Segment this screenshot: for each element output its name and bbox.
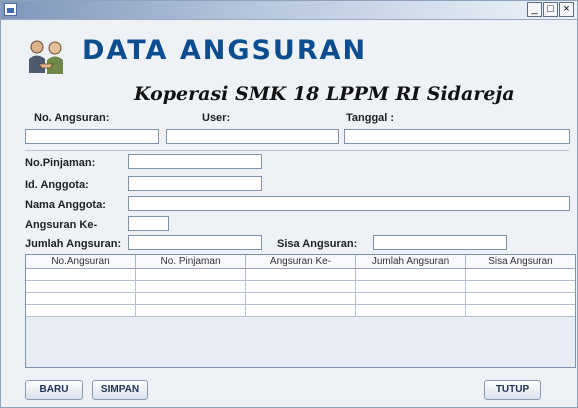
table-cell[interactable] [136, 269, 246, 280]
table-cell[interactable] [356, 281, 466, 292]
angsuran-table[interactable]: No.Angsuran No. Pinjaman Angsuran Ke- Ju… [25, 254, 576, 368]
table-cell[interactable] [356, 269, 466, 280]
table-cell[interactable] [356, 293, 466, 304]
user-field[interactable] [166, 129, 339, 144]
table-cell[interactable] [136, 281, 246, 292]
column-header[interactable]: Sisa Angsuran [466, 255, 575, 268]
sisa-angsuran-field[interactable] [373, 235, 507, 250]
table-row[interactable] [26, 281, 575, 293]
title-bar[interactable]: _ □ × [1, 1, 577, 20]
table-cell[interactable] [26, 305, 136, 316]
column-header[interactable]: No.Angsuran [26, 255, 136, 268]
table-row[interactable] [26, 293, 575, 305]
tutup-button[interactable]: TUTUP [484, 380, 541, 400]
table-cell[interactable] [466, 281, 575, 292]
angsuran-ke-label: Angsuran Ke- [25, 219, 98, 231]
people-handshake-icon [29, 40, 63, 74]
window-controls: _ □ × [527, 2, 574, 17]
page-title: DATA ANGSURAN [82, 35, 368, 66]
table-cell[interactable] [356, 305, 466, 316]
table-row[interactable] [26, 305, 575, 317]
table-cell[interactable] [466, 293, 575, 304]
table-header: No.Angsuran No. Pinjaman Angsuran Ke- Ju… [26, 255, 575, 269]
sisa-angsuran-label: Sisa Angsuran: [277, 238, 358, 250]
id-anggota-field[interactable] [128, 176, 262, 191]
maximize-button[interactable]: □ [543, 2, 558, 17]
tanggal-label: Tanggal : [346, 112, 395, 124]
page-subtitle: Koperasi SMK 18 LPPM RI Sidareja [134, 83, 515, 105]
user-label: User: [202, 112, 231, 124]
no-pinjaman-field[interactable] [128, 154, 262, 169]
tanggal-field[interactable] [344, 129, 570, 144]
no-angsuran-field[interactable] [25, 129, 159, 144]
column-header[interactable]: Angsuran Ke- [246, 255, 356, 268]
baru-button[interactable]: BARU [25, 380, 83, 400]
table-row[interactable] [26, 269, 575, 281]
angsuran-ke-field[interactable] [128, 216, 169, 231]
separator [25, 150, 569, 151]
jumlah-angsuran-label: Jumlah Angsuran: [25, 238, 122, 250]
table-cell[interactable] [246, 269, 356, 280]
table-cell[interactable] [26, 269, 136, 280]
app-icon [4, 3, 17, 16]
table-cell[interactable] [136, 293, 246, 304]
table-cell[interactable] [466, 305, 575, 316]
simpan-button[interactable]: SIMPAN [92, 380, 148, 400]
table-cell[interactable] [26, 293, 136, 304]
table-cell[interactable] [246, 281, 356, 292]
table-cell[interactable] [136, 305, 246, 316]
minimize-button[interactable]: _ [527, 2, 542, 17]
app-window: _ □ × DATA ANGSURAN Koperasi SMK 18 LPPM… [0, 0, 578, 408]
table-cell[interactable] [246, 305, 356, 316]
table-cell[interactable] [26, 281, 136, 292]
column-header[interactable]: No. Pinjaman [136, 255, 246, 268]
table-cell[interactable] [246, 293, 356, 304]
close-button[interactable]: × [559, 2, 574, 17]
nama-anggota-field[interactable] [128, 196, 570, 211]
jumlah-angsuran-field[interactable] [128, 235, 262, 250]
column-header[interactable]: Jumlah Angsuran [356, 255, 466, 268]
table-cell[interactable] [466, 269, 575, 280]
no-pinjaman-label: No.Pinjaman: [25, 157, 96, 169]
no-angsuran-label: No. Angsuran: [34, 112, 110, 124]
nama-anggota-label: Nama Anggota: [25, 199, 106, 211]
id-anggota-label: Id. Anggota: [25, 179, 89, 191]
